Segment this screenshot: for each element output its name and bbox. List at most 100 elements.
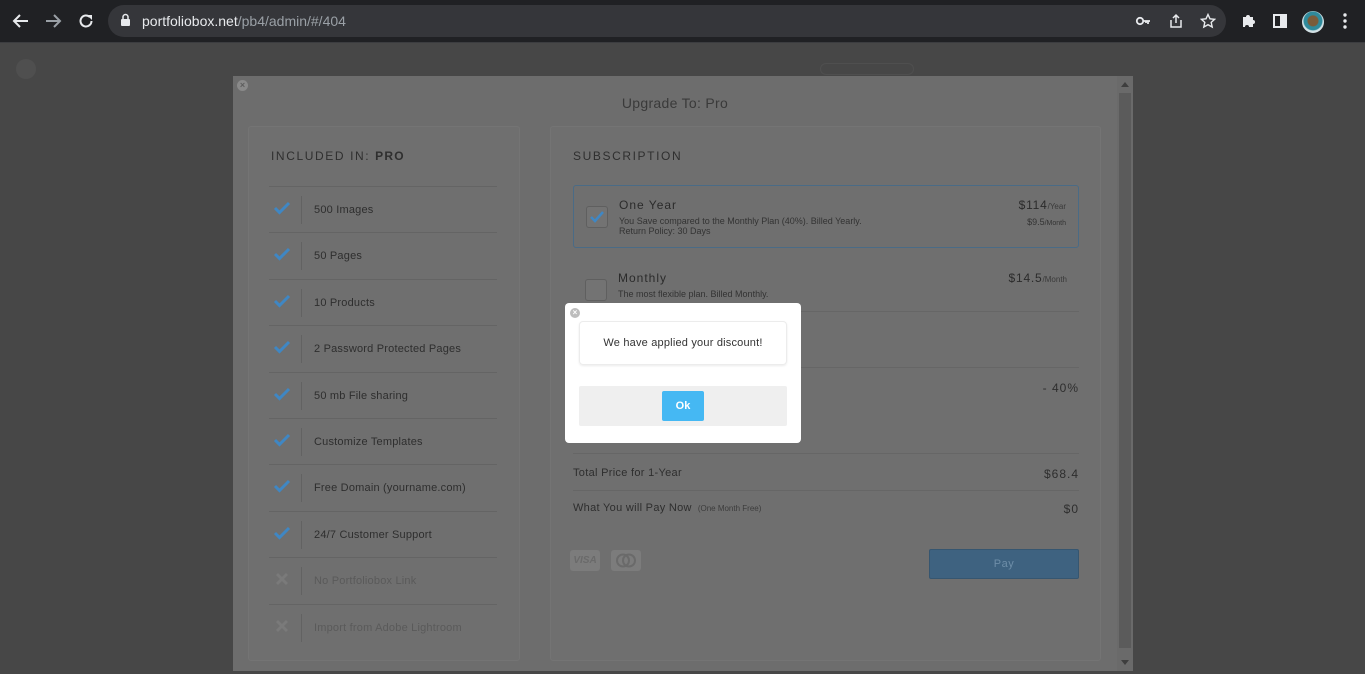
feature-label: 500 Images [314, 204, 374, 216]
popup-close-icon[interactable]: × [570, 308, 580, 318]
pay-now-label: What You will Pay Now [573, 502, 692, 514]
url-path: /pb4/admin/#/404 [237, 13, 346, 29]
plan-price-monthly: $9.5/Month [1027, 217, 1066, 227]
feature-item: Import from Adobe Lightroom [269, 603, 497, 650]
plan-price-value: $14.5 [1008, 271, 1043, 285]
plan-description: You Save compared to the Monthly Plan (4… [619, 216, 959, 236]
cross-icon [273, 570, 291, 588]
feature-separator [301, 428, 302, 456]
plan-price: $114/Year [1019, 198, 1066, 212]
feature-item: 500 Images [269, 186, 497, 232]
modal-close-icon[interactable]: × [237, 80, 248, 91]
key-icon[interactable] [1134, 12, 1152, 30]
sidepanel-icon[interactable] [1270, 11, 1290, 31]
checkmark-icon [273, 245, 291, 263]
reload-icon[interactable] [73, 8, 99, 34]
url-text[interactable]: portfoliobox.net/pb4/admin/#/404 [142, 13, 346, 29]
feature-item: 50 Pages [269, 232, 497, 278]
feature-item: Free Domain (yourname.com) [269, 464, 497, 510]
included-features-panel: INCLUDED IN: PRO 500 Images 50 Pages 10 Pr… [248, 126, 520, 661]
popup-footer: Ok [579, 386, 787, 426]
subscription-heading: SUBSCRIPTION [573, 149, 683, 163]
plan-price-value: $114 [1018, 198, 1048, 212]
pay-now-note: (One Month Free) [697, 504, 762, 513]
checkmark-icon [273, 292, 291, 310]
total-label: Total Price for 1-Year [573, 467, 682, 479]
pay-button[interactable]: Pay [929, 549, 1079, 579]
feature-separator [301, 335, 302, 364]
background-button [820, 63, 914, 75]
address-bar[interactable]: portfoliobox.net/pb4/admin/#/404 [108, 5, 1226, 37]
discount-value: - 40% [1042, 381, 1079, 395]
feature-separator [301, 613, 302, 642]
mastercard-icon [611, 550, 641, 571]
plan-name: Monthly [618, 271, 668, 285]
feature-item: Customize Templates [269, 418, 497, 464]
checkmark-icon [273, 385, 291, 403]
scroll-down-icon[interactable] [1121, 660, 1129, 665]
feature-label: Free Domain (yourname.com) [314, 482, 466, 495]
feature-separator [301, 242, 302, 271]
plan-checkbox[interactable] [585, 279, 607, 301]
pay-now-row: What You will Pay Now (One Month Free) $0 [573, 502, 1079, 516]
extensions-icon[interactable] [1238, 11, 1258, 31]
scroll-thumb[interactable] [1119, 93, 1131, 648]
feature-separator [301, 567, 302, 596]
feature-item: 10 Products [269, 278, 497, 325]
total-row: Total Price for 1-Year $68.4 [573, 467, 1079, 481]
included-heading: INCLUDED IN: PRO [271, 149, 405, 163]
feature-separator [301, 381, 302, 410]
url-host: portfoliobox.net [142, 13, 238, 29]
feature-item: 24/7 Customer Support [269, 510, 497, 557]
pay-now-value: $0 [1063, 502, 1079, 516]
checkmark-icon [273, 431, 291, 449]
total-value: $68.4 [1043, 467, 1079, 481]
plan-checkbox[interactable] [586, 206, 608, 228]
feature-separator [301, 288, 302, 317]
included-heading-text: INCLUDED IN: [271, 149, 376, 163]
forward-icon[interactable] [40, 8, 66, 34]
feature-label: No Portfoliobox Link [314, 575, 417, 588]
feature-item: No Portfoliobox Link [269, 557, 497, 603]
feature-item: 50 mb File sharing [269, 371, 497, 418]
checkmark-icon [273, 524, 291, 542]
browser-toolbar: portfoliobox.net/pb4/admin/#/404 [0, 0, 1365, 43]
plan-price-unit: /Year [1047, 202, 1066, 211]
menu-icon[interactable] [1335, 11, 1355, 31]
included-heading-plan: PRO [375, 149, 405, 163]
popup-message: We have applied your discount! [579, 321, 787, 365]
feature-separator [301, 474, 302, 503]
site-logo-icon [16, 59, 36, 79]
plan-price-unit: /Month [1042, 275, 1067, 284]
feature-label: 50 mb File sharing [314, 389, 409, 402]
feature-separator [301, 520, 302, 549]
lock-icon[interactable] [120, 13, 131, 32]
feature-item: 2 Password Protected Pages [269, 325, 497, 371]
ok-button[interactable]: Ok [662, 391, 704, 421]
feature-label: 50 Pages [314, 250, 363, 263]
scroll-up-icon[interactable] [1121, 82, 1129, 87]
back-icon[interactable] [8, 8, 34, 34]
modal-scrollbar[interactable] [1117, 76, 1133, 671]
plan-price-secondary-unit: /Month [1044, 220, 1066, 227]
checkmark-icon [590, 211, 604, 223]
modal-title: Upgrade To: Pro [621, 95, 729, 111]
star-icon[interactable] [1199, 12, 1217, 30]
share-icon[interactable] [1167, 12, 1185, 30]
plan-desc-line2: Return Policy: 30 Days [619, 226, 711, 236]
plan-desc-line1: The most flexible plan. Billed Monthly. [618, 289, 769, 299]
feature-label: Import from Adobe Lightroom [314, 621, 462, 634]
feature-label: 24/7 Customer Support [314, 528, 432, 541]
plan-price-secondary: $9.5 [1027, 217, 1045, 227]
divider [573, 453, 1079, 454]
checkmark-icon [273, 338, 291, 356]
plan-one-year[interactable]: One Year You Save compared to the Monthl… [573, 185, 1079, 248]
divider [573, 490, 1079, 491]
discount-popup: × We have applied your discount! Ok [565, 303, 801, 443]
plan-desc-line1: You Save compared to the Monthly Plan (4… [619, 216, 862, 226]
profile-avatar[interactable] [1302, 11, 1324, 33]
plan-price: $14.5/Month [1009, 271, 1068, 285]
cross-icon [273, 617, 291, 635]
checkmark-icon [273, 477, 291, 495]
plan-name: One Year [619, 198, 678, 212]
